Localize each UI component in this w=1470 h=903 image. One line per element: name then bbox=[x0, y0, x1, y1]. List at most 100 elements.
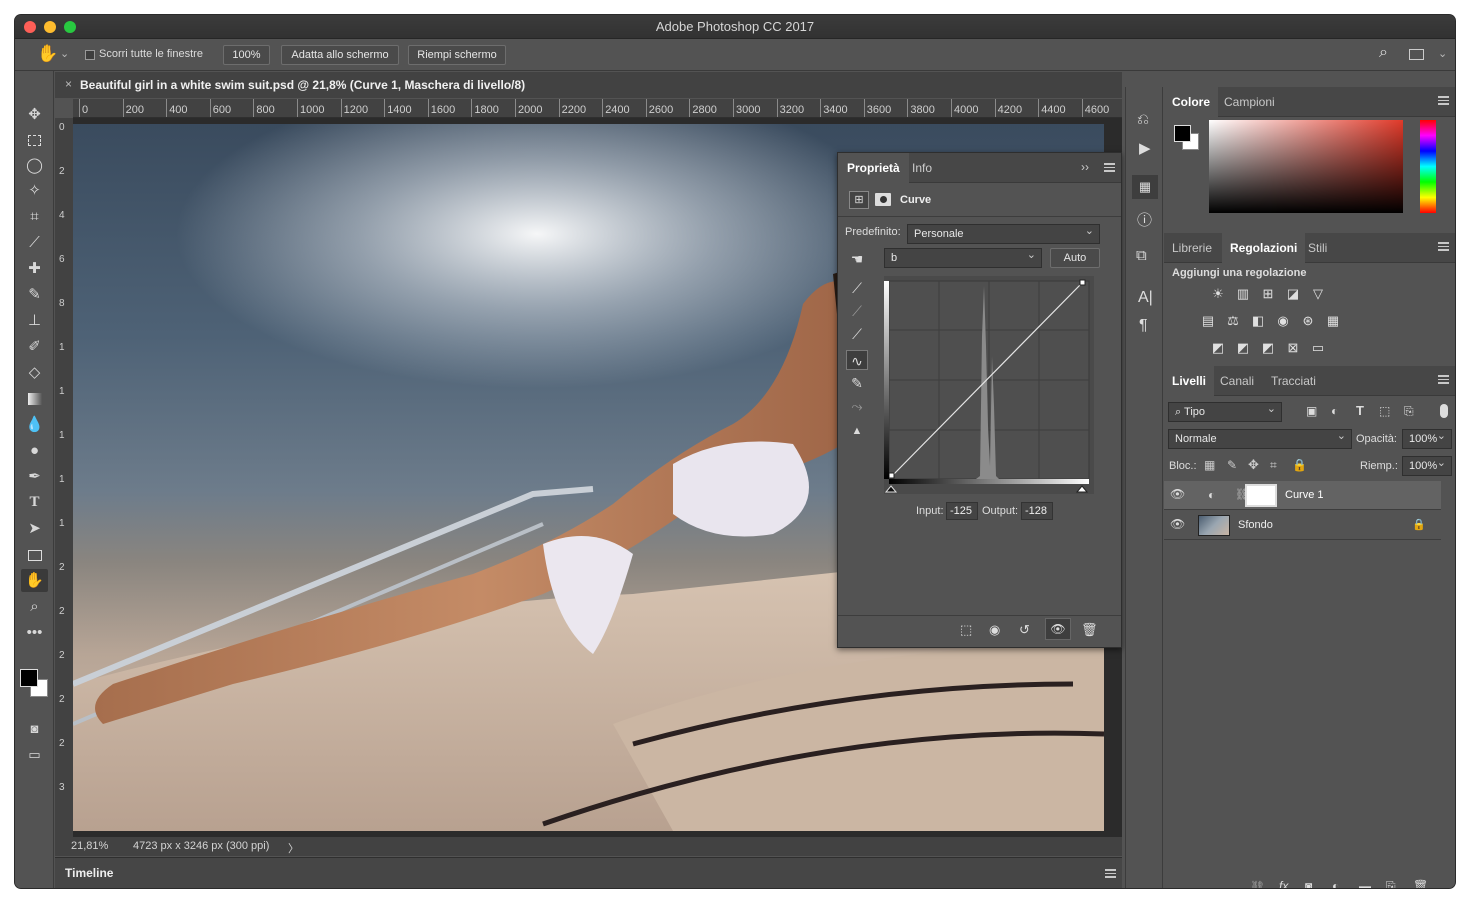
history-panel-icon[interactable]: ⎌ bbox=[1137, 111, 1149, 128]
path-selection-tool-icon[interactable]: ➤ bbox=[21, 517, 48, 540]
tab-properties[interactable]: Proprietà bbox=[838, 153, 909, 183]
more-tools-icon[interactable]: ••• bbox=[21, 621, 48, 644]
expand-panel-icon[interactable]: ›› bbox=[1081, 160, 1089, 174]
exposure-icon[interactable]: ◪ bbox=[1284, 286, 1302, 301]
workspace-chevron-icon[interactable]: ⌄ bbox=[1438, 47, 1447, 60]
healing-brush-tool-icon[interactable]: ✚ bbox=[21, 257, 48, 280]
stamp-tool-icon[interactable]: ⊥ bbox=[21, 309, 48, 332]
tab-adjustments[interactable]: Regolazioni bbox=[1222, 233, 1306, 263]
blend-mode-select[interactable]: Normale bbox=[1168, 427, 1352, 449]
photo-filter-icon[interactable]: ◉ bbox=[1274, 313, 1292, 328]
layer-row-background[interactable]: 👁 Sfondo 🔒 bbox=[1164, 511, 1441, 540]
timeline-menu-icon[interactable] bbox=[1105, 869, 1116, 878]
zoom-100-button[interactable]: 100% bbox=[223, 45, 270, 65]
invert-icon[interactable]: ◩ bbox=[1209, 340, 1227, 355]
crop-tool-icon[interactable]: ⌗ bbox=[21, 205, 48, 228]
filter-type-icon[interactable]: T bbox=[1356, 403, 1364, 418]
document-tab[interactable]: × Beautiful girl in a white swim suit.ps… bbox=[55, 72, 1122, 98]
color-balance-icon[interactable]: ⚖ bbox=[1224, 313, 1242, 328]
filter-toggle-icon[interactable] bbox=[1440, 404, 1448, 418]
history-brush-tool-icon[interactable]: ✐ bbox=[21, 335, 48, 358]
new-layer-icon[interactable]: ⎘ bbox=[1386, 879, 1396, 888]
lock-transparent-icon[interactable]: ▦ bbox=[1204, 458, 1215, 472]
hand-tool-icon[interactable]: ✋ bbox=[37, 44, 58, 64]
lock-all-icon[interactable]: 🔒 bbox=[1292, 458, 1307, 472]
chevron-down-icon[interactable]: ⌄ bbox=[60, 47, 69, 60]
screen-mode-icon[interactable]: ▭ bbox=[21, 743, 48, 766]
delete-layer-icon[interactable]: 🗑 bbox=[1413, 879, 1428, 888]
eraser-tool-icon[interactable]: ◇ bbox=[21, 361, 48, 384]
search-icon[interactable]: ⌕ bbox=[1379, 44, 1388, 62]
add-mask-icon[interactable]: ◙ bbox=[1305, 879, 1312, 888]
gray-point-eyedropper-icon[interactable]: ⟋ bbox=[846, 301, 868, 321]
status-menu-arrow[interactable]: 〉 bbox=[288, 840, 299, 856]
eye-icon[interactable]: 👁 bbox=[1170, 517, 1185, 531]
layer-mask-icon[interactable] bbox=[875, 193, 891, 206]
clipping-warning-icon[interactable]: ▲ bbox=[846, 421, 868, 441]
layer-mask-thumbnail[interactable] bbox=[1245, 484, 1277, 507]
black-white-icon[interactable]: ◧ bbox=[1249, 313, 1267, 328]
properties-menu-icon[interactable] bbox=[1104, 163, 1115, 172]
rectangle-tool-icon[interactable] bbox=[21, 543, 48, 566]
levels-icon[interactable]: ▥ bbox=[1234, 286, 1252, 301]
actions-panel-icon[interactable]: ▶ bbox=[1139, 139, 1151, 157]
brightness-contrast-icon[interactable]: ☀ bbox=[1209, 286, 1227, 301]
lasso-tool-icon[interactable]: ◯ bbox=[21, 154, 48, 177]
type-tool-icon[interactable]: T bbox=[21, 491, 48, 514]
vibrance-icon[interactable]: ▽ bbox=[1309, 286, 1327, 301]
visibility-toggle-icon[interactable]: 👁 bbox=[1045, 618, 1071, 640]
channel-mixer-icon[interactable]: ⊛ bbox=[1299, 313, 1317, 328]
color-lookup-icon[interactable]: ▦ bbox=[1324, 313, 1342, 328]
tab-paths[interactable]: Tracciati bbox=[1263, 366, 1324, 396]
hue-saturation-icon[interactable]: ▤ bbox=[1199, 313, 1217, 328]
foreground-color-swatch-panel[interactable] bbox=[1174, 125, 1191, 142]
selective-color-icon[interactable]: ⊠ bbox=[1284, 340, 1302, 355]
quick-mask-icon[interactable]: ◙ bbox=[21, 717, 48, 740]
pen-tool-icon[interactable]: ✒ bbox=[21, 465, 48, 488]
magic-wand-tool-icon[interactable]: ✧ bbox=[21, 179, 48, 202]
move-tool-icon[interactable]: ✥ bbox=[21, 103, 48, 126]
eye-icon[interactable]: 👁 bbox=[1170, 487, 1185, 501]
tab-layers[interactable]: Livelli bbox=[1164, 366, 1215, 396]
filter-pixel-icon[interactable]: ▣ bbox=[1306, 404, 1317, 418]
dodge-tool-icon[interactable]: ● bbox=[21, 439, 48, 462]
filter-adjustment-icon[interactable]: ◐ bbox=[1331, 404, 1338, 418]
tab-info[interactable]: Info bbox=[903, 153, 941, 183]
clone-source-icon[interactable]: ⧉ bbox=[1136, 247, 1147, 264]
view-previous-icon[interactable]: ◉ bbox=[989, 622, 1000, 638]
tab-styles[interactable]: Stili bbox=[1300, 233, 1335, 263]
filter-smart-object-icon[interactable]: ⎘ bbox=[1404, 404, 1414, 419]
new-group-icon[interactable]: ▬ bbox=[1359, 879, 1371, 888]
black-point-eyedropper-icon[interactable]: ⟋ bbox=[846, 278, 868, 298]
close-document-icon[interactable]: × bbox=[65, 77, 72, 91]
lock-paint-icon[interactable]: ✎ bbox=[1227, 458, 1237, 472]
tab-color[interactable]: Colore bbox=[1164, 87, 1219, 117]
curves-adjustment-icon[interactable]: ⊞ bbox=[849, 191, 869, 209]
gradient-map-icon[interactable]: ▭ bbox=[1309, 340, 1327, 355]
pencil-curve-icon[interactable]: ✎ bbox=[846, 373, 868, 393]
delete-adjustment-icon[interactable]: 🗑 bbox=[1081, 622, 1098, 638]
scroll-all-checkbox[interactable] bbox=[85, 50, 95, 60]
threshold-icon[interactable]: ◩ bbox=[1259, 340, 1277, 355]
properties-panel-icon[interactable]: ▦ bbox=[1132, 175, 1158, 199]
eyedropper-tool-icon[interactable]: ⟋ bbox=[21, 231, 48, 254]
channel-select[interactable]: b bbox=[884, 246, 1042, 268]
layer-style-icon[interactable]: fx bbox=[1279, 879, 1288, 888]
clip-to-layer-icon[interactable]: ⬚ bbox=[960, 622, 972, 638]
curves-icon[interactable]: ⊞ bbox=[1259, 286, 1277, 301]
on-image-adjust-icon[interactable]: ☚ bbox=[846, 249, 868, 269]
fill-field[interactable]: 100% bbox=[1402, 454, 1452, 476]
tab-channels[interactable]: Canali bbox=[1212, 366, 1262, 396]
filter-shape-icon[interactable]: ⬚ bbox=[1379, 404, 1390, 418]
fill-screen-button[interactable]: Riempi schermo bbox=[408, 45, 506, 65]
reset-icon[interactable]: ↺ bbox=[1019, 622, 1030, 638]
color-spectrum-field[interactable] bbox=[1209, 120, 1403, 213]
hue-slider[interactable] bbox=[1420, 120, 1436, 213]
info-panel-icon[interactable]: ⓘ bbox=[1137, 209, 1152, 230]
gradient-tool-icon[interactable] bbox=[21, 387, 48, 410]
white-point-eyedropper-icon[interactable]: ⟋ bbox=[846, 324, 868, 344]
preset-select[interactable]: Personale bbox=[907, 222, 1100, 244]
foreground-color-swatch[interactable] bbox=[20, 669, 38, 687]
smooth-curve-icon[interactable]: ⤳ bbox=[846, 396, 868, 416]
hand-tool-active-icon[interactable]: ✋ bbox=[21, 569, 48, 592]
